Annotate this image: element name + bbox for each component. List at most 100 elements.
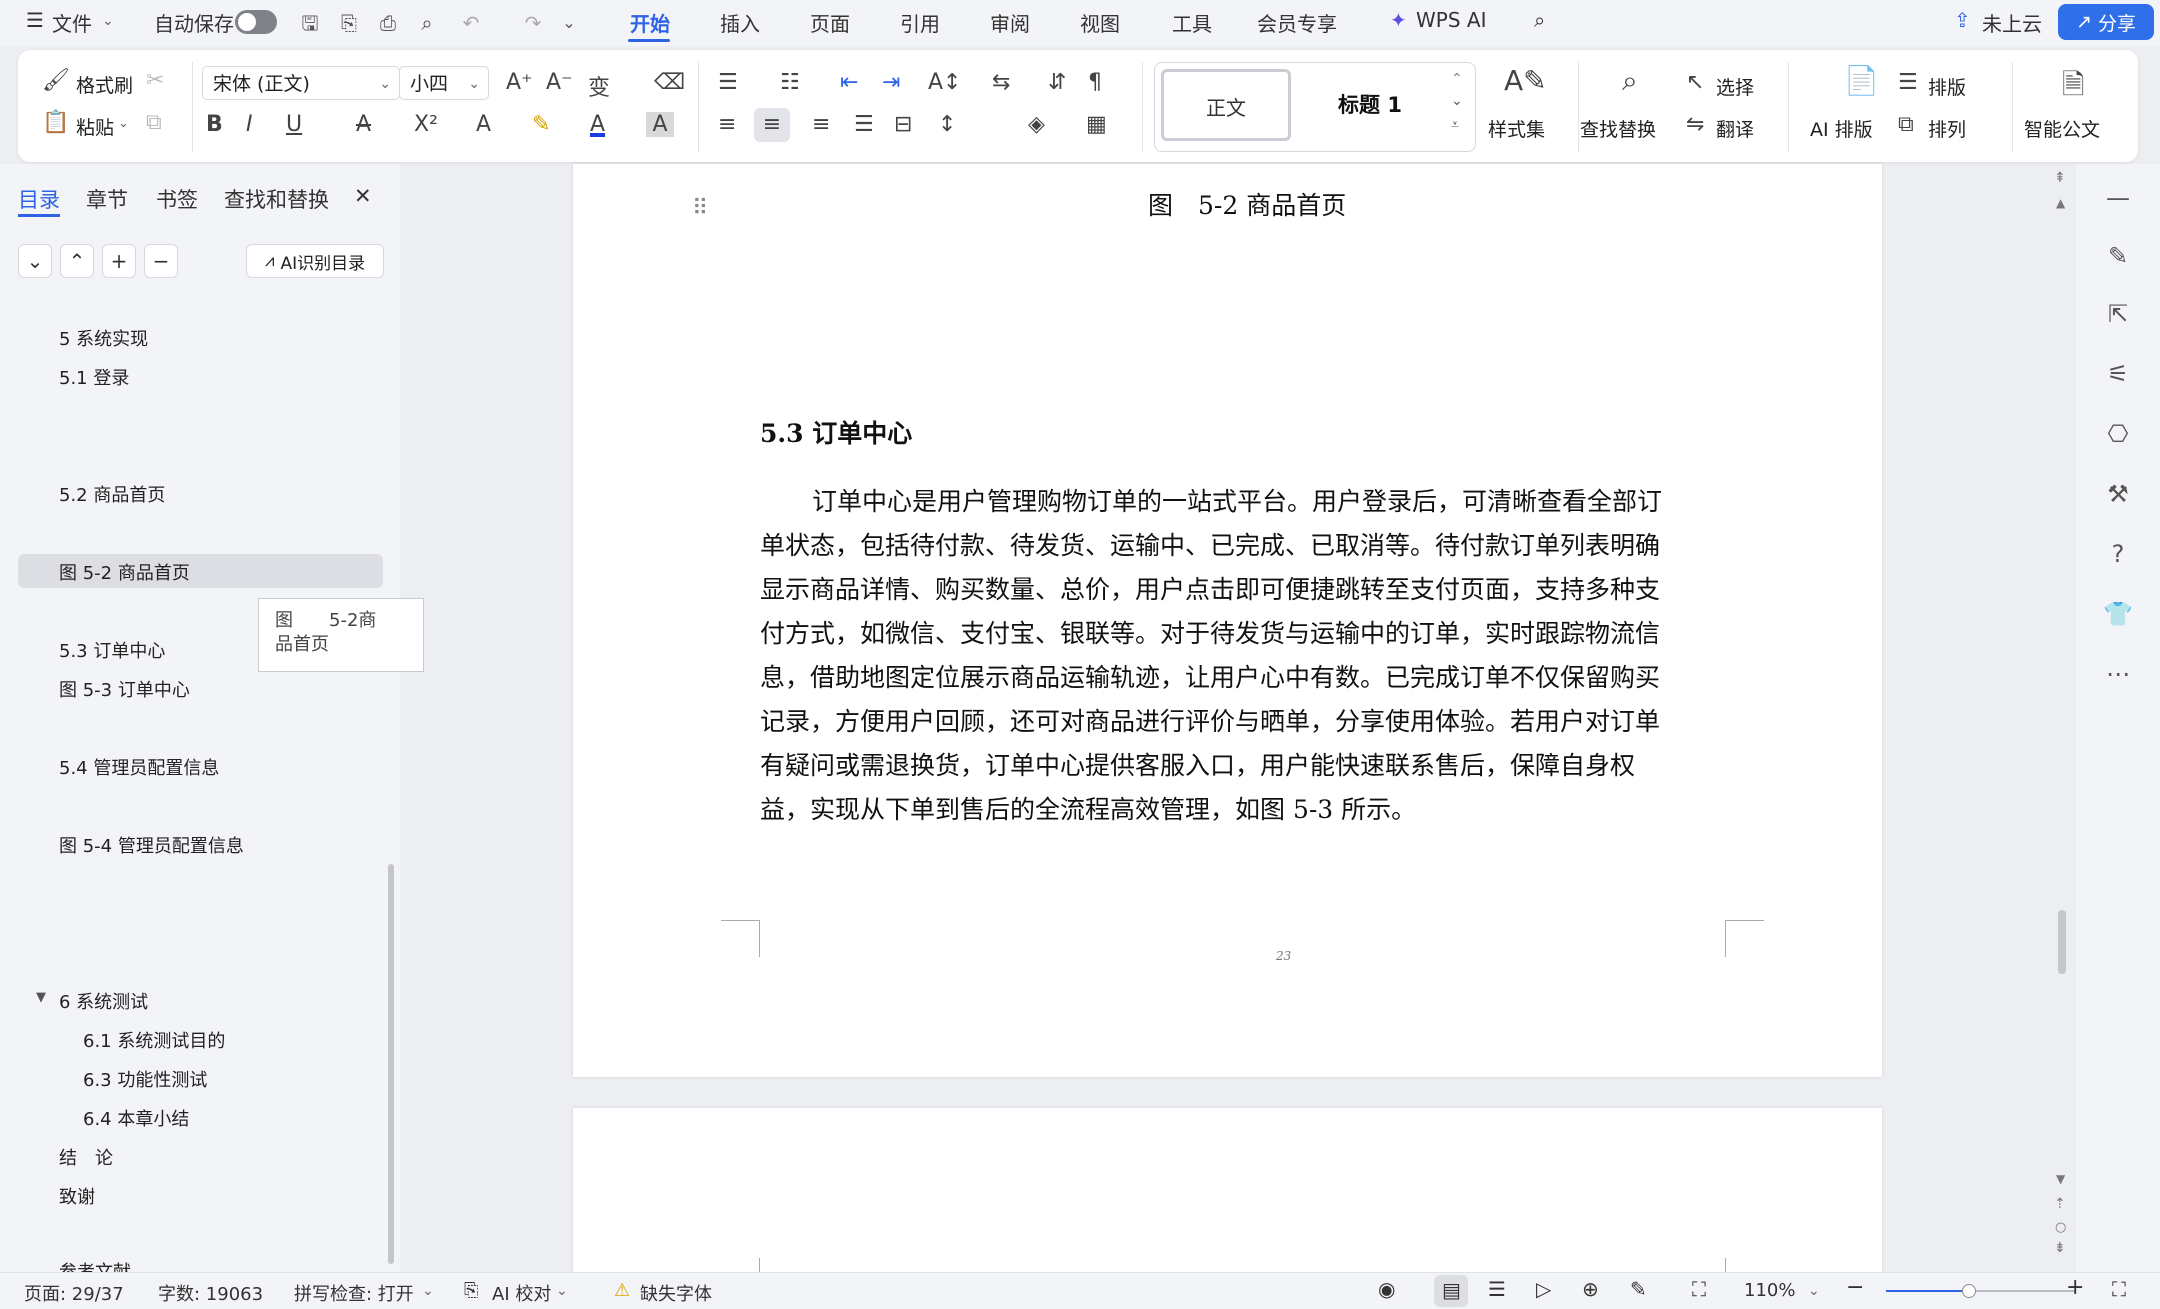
next-page-icon[interactable]: ⇟ bbox=[2054, 1240, 2066, 1256]
increase-font-icon[interactable]: A⁺ bbox=[506, 70, 533, 95]
tab-bookmarks[interactable]: 书签 bbox=[156, 184, 198, 214]
write-mode-icon[interactable]: ✎ bbox=[1630, 1277, 1647, 1301]
chevron-down-icon[interactable]: ⌄ bbox=[556, 1283, 568, 1299]
tab-insert[interactable]: 插入 bbox=[720, 8, 760, 37]
distributed-icon[interactable]: ⊟ bbox=[894, 112, 912, 137]
translate-button[interactable]: 翻译 bbox=[1716, 115, 1754, 142]
print-layout-button[interactable]: ▤ bbox=[1434, 1275, 1468, 1307]
smart-doc-icon[interactable]: 🗎 bbox=[2062, 64, 2085, 112]
tab-review[interactable]: 审阅 bbox=[990, 8, 1030, 37]
reading-mode-icon[interactable]: ▷ bbox=[1536, 1277, 1551, 1301]
more-icon[interactable]: ⋯ bbox=[2098, 654, 2138, 694]
tab-references[interactable]: 引用 bbox=[900, 8, 940, 37]
undo-icon[interactable]: ↶ bbox=[458, 10, 484, 36]
find-icon[interactable]: ⌕ bbox=[1622, 64, 1638, 98]
increase-indent-icon[interactable]: ⇥ bbox=[882, 70, 900, 95]
drag-handle-icon[interactable]: ⠿ bbox=[692, 196, 708, 221]
shirt-skin-icon[interactable]: 👕 bbox=[2098, 594, 2138, 634]
toc-item[interactable]: 致谢 bbox=[59, 1183, 95, 1209]
toc-item[interactable]: 5 系统实现 bbox=[59, 325, 148, 351]
eye-protection-icon[interactable]: ◉ bbox=[1378, 1277, 1395, 1301]
arrange-button[interactable]: 排列 bbox=[1928, 115, 1966, 142]
paste-icon[interactable]: 📋 bbox=[42, 110, 69, 135]
save-icon[interactable]: 🖫 bbox=[297, 10, 323, 36]
border-icon[interactable]: ▦ bbox=[1086, 112, 1107, 137]
cloud-upload-icon[interactable]: ⇪ bbox=[1954, 8, 1971, 32]
hamburger-icon[interactable]: ☰ bbox=[26, 8, 44, 32]
ai-layout-icon[interactable]: 📄 bbox=[1844, 64, 1879, 97]
chevron-down-icon[interactable]: ⌄ bbox=[422, 1283, 434, 1299]
tab-page[interactable]: 页面 bbox=[810, 8, 850, 37]
collapse-triangle-icon[interactable]: ▼ bbox=[36, 990, 46, 1005]
tab-view[interactable]: 视图 bbox=[1080, 8, 1120, 37]
page-count[interactable]: 页面: 29/37 bbox=[24, 1280, 124, 1306]
document-scrollbar-thumb[interactable] bbox=[2058, 910, 2066, 974]
cursor-select-icon[interactable]: ⇱ bbox=[2098, 294, 2138, 334]
align-right-icon[interactable]: ≡ bbox=[812, 112, 830, 137]
tab-chapters[interactable]: 章节 bbox=[86, 184, 128, 214]
sort-direction-icon[interactable]: ⇆ bbox=[992, 70, 1010, 95]
fullscreen-icon[interactable]: ⛶ bbox=[2112, 1277, 2126, 1301]
spellcheck-status[interactable]: 拼写检查: 打开 bbox=[294, 1280, 414, 1306]
format-painter-icon[interactable]: 🖌 bbox=[42, 68, 70, 93]
fit-page-icon[interactable]: ⛶ bbox=[1692, 1277, 1706, 1301]
tab-home[interactable]: 开始 bbox=[630, 8, 670, 37]
tab-find-replace[interactable]: 查找和替换 bbox=[224, 184, 329, 214]
export-icon[interactable]: ⎘ bbox=[336, 10, 362, 36]
expand-gallery-icon[interactable]: ⩡ bbox=[1451, 117, 1459, 133]
toc-item[interactable]: 6.4 本章小结 bbox=[83, 1105, 189, 1131]
toc-item[interactable]: 6.3 功能性测试 bbox=[83, 1066, 207, 1092]
toc-item[interactable]: 参考文献 bbox=[59, 1258, 131, 1272]
translate-tool-icon[interactable]: ⎔ bbox=[2098, 414, 2138, 454]
decrease-indent-icon[interactable]: ⇤ bbox=[840, 70, 858, 95]
style-heading-1[interactable]: 标题 1 bbox=[1305, 69, 1435, 141]
underline-icon[interactable]: U bbox=[286, 112, 302, 137]
char-shading-icon[interactable]: A bbox=[646, 112, 674, 137]
sort-icon[interactable]: ⇵ bbox=[1048, 70, 1066, 95]
toc-item[interactable]: 5.4 管理员配置信息 bbox=[59, 754, 219, 780]
paste-dropdown-chevron-icon[interactable]: ⌄ bbox=[118, 116, 129, 131]
align-left-icon[interactable]: ≡ bbox=[718, 112, 736, 137]
autosave-toggle[interactable] bbox=[235, 10, 277, 34]
scroll-down-icon[interactable]: ⌄ bbox=[1451, 93, 1463, 109]
tab-member[interactable]: 会员专享 bbox=[1257, 8, 1337, 37]
superscript-icon[interactable]: X² bbox=[414, 112, 438, 137]
justify-icon[interactable]: ☰ bbox=[854, 112, 874, 137]
scroll-up-icon[interactable]: ⌃ bbox=[1451, 71, 1463, 87]
font-color-icon[interactable]: A bbox=[590, 112, 605, 137]
toc-item[interactable]: 图 5-3 订单中心 bbox=[59, 676, 190, 702]
document-page[interactable] bbox=[573, 1108, 1882, 1278]
ai-check-button[interactable]: AI 校对 bbox=[492, 1280, 551, 1306]
pen-icon[interactable]: ✎ bbox=[2098, 236, 2138, 276]
toc-item[interactable]: 5.3 订单中心 bbox=[59, 637, 165, 663]
shading-icon[interactable]: ◈ bbox=[1028, 112, 1045, 137]
zoom-out-icon[interactable]: − bbox=[1846, 1275, 1864, 1300]
clear-format-icon[interactable]: ⌫ bbox=[654, 70, 685, 95]
cut-icon[interactable]: ✂ bbox=[146, 68, 164, 93]
missing-font-button[interactable]: 缺失字体 bbox=[640, 1280, 712, 1306]
more-chevron-icon[interactable]: ⌄ bbox=[556, 10, 582, 36]
chevron-down-icon[interactable]: ⌄ bbox=[1808, 1283, 1820, 1299]
select-browse-object-icon[interactable]: ○ bbox=[2055, 1220, 2066, 1235]
prev-page-icon[interactable]: ⇞ bbox=[2054, 170, 2066, 186]
collapse-up-icon[interactable]: ⌃ bbox=[60, 244, 94, 278]
paste-button[interactable]: 粘贴 bbox=[76, 113, 114, 140]
zoom-slider-handle[interactable] bbox=[1962, 1284, 1976, 1298]
ai-toc-button[interactable]: ⩘ AI识别目录 bbox=[246, 244, 384, 278]
word-count[interactable]: 字数: 19063 bbox=[158, 1280, 263, 1306]
toc-item[interactable]: 结 论 bbox=[59, 1144, 113, 1170]
line-spacing-icon[interactable]: ↕ bbox=[938, 112, 956, 137]
chevron-down-icon[interactable]: ⌄ bbox=[102, 13, 114, 29]
copy-icon[interactable]: ⧉ bbox=[146, 110, 162, 135]
zoom-level[interactable]: 110% bbox=[1744, 1280, 1795, 1301]
decrease-font-icon[interactable]: A⁻ bbox=[546, 70, 573, 95]
style-set-icon[interactable]: A✎ bbox=[1504, 64, 1547, 97]
style-normal[interactable]: 正文 bbox=[1161, 69, 1291, 141]
scroll-down-arrow-icon[interactable]: ▼ bbox=[2056, 1172, 2065, 1186]
expand-down-icon[interactable]: ⌄ bbox=[18, 244, 52, 278]
tab-wps-ai[interactable]: WPS AI bbox=[1416, 8, 1486, 32]
adjust-sliders-icon[interactable]: ⚟ bbox=[2098, 354, 2138, 394]
redo-icon[interactable]: ↷ bbox=[520, 10, 546, 36]
text-direction-icon[interactable]: A↕ bbox=[928, 70, 961, 95]
style-set-button[interactable]: 样式集 bbox=[1488, 115, 1545, 142]
